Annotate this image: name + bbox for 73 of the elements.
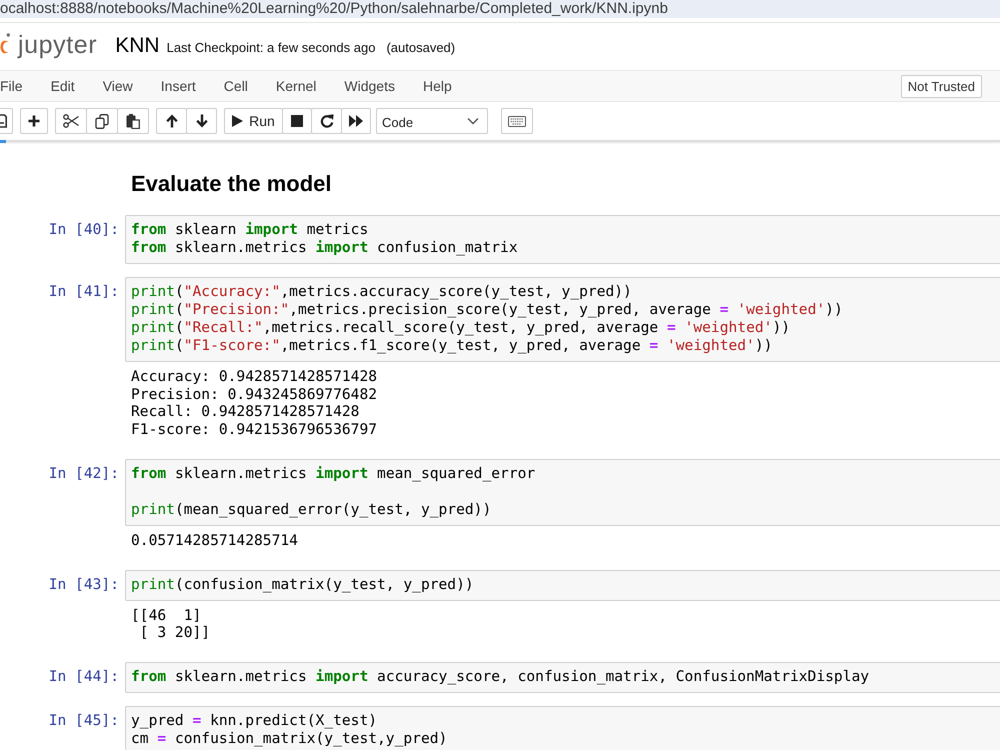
output-line: Recall: 0.9428571428571428: [131, 403, 360, 422]
code-line: print(confusion_matrix(y_test, y_pred)): [131, 576, 474, 594]
checkpoint-status: Last Checkpoint: a few seconds ago: [166, 40, 376, 55]
output-line: F1-score: 0.9421536796536797: [131, 421, 378, 439]
code-line: y_pred = knn.predict(X_test): [131, 712, 378, 730]
code-line: print("Recall:",metrics.recall_score(y_test, y_pred, average = 'weighted')): [131, 319, 790, 337]
output-line: [[46 1]: [131, 606, 202, 624]
autosave-status: (autosaved): [386, 40, 456, 55]
run-all-button[interactable]: [341, 108, 371, 134]
logo-wordmark[interactable]: jupyter: [18, 30, 98, 58]
code-line: print("F1-score:",metrics.f1_score(y_test, y_pred, average = 'weighted')): [131, 337, 772, 355]
add-cell-button[interactable]: [20, 108, 48, 134]
code-input[interactable]: from sklearn.metrics import accuracy_score, confusion_matrix, ConfusionMatrixDisplay: [125, 662, 1000, 693]
code-line: print("Accuracy:",metrics.accuracy_score(y_test, y_pred)): [131, 283, 632, 301]
code-line: cm = confusion_matrix(y_test,y_pred): [131, 730, 448, 748]
cut-button[interactable]: [55, 108, 87, 134]
notebook-title[interactable]: KNN: [115, 32, 160, 58]
loading-indicator: [0, 140, 6, 143]
copy-button[interactable]: [86, 108, 118, 134]
scissors-icon: [63, 114, 79, 128]
input-prompt: In [40]:: [48, 221, 119, 239]
code-line: from sklearn import metrics: [131, 221, 368, 239]
code-line: from sklearn.metrics import confusion_matrix: [131, 239, 518, 257]
code-line: from sklearn.metrics import mean_squared_error: [131, 464, 536, 483]
code-input[interactable]: from sklearn import metrics from sklearn.metrics import confusion_matrix: [125, 215, 1000, 264]
code-input[interactable]: print(confusion_matrix(y_test, y_pred)): [125, 570, 1000, 601]
code-input[interactable]: from sklearn.metrics import mean_squared_error print(mean_squared_error(y_test, y_pred)): [125, 458, 1000, 526]
save-button[interactable]: [0, 108, 13, 134]
input-prompt: In [45]:: [48, 712, 119, 730]
restart-button[interactable]: [311, 108, 342, 134]
code-line: from sklearn.metrics import accuracy_score, confusion_matrix, ConfusionMatrixDisplay: [131, 668, 870, 686]
trust-indicator[interactable]: Not Trusted: [900, 74, 982, 98]
arrow-down-icon: [196, 114, 208, 128]
output-line: Precision: 0.943245869776482: [131, 386, 378, 404]
square-icon: [291, 115, 303, 127]
chevron-down-icon: [467, 117, 479, 125]
cell-type-select[interactable]: Code: [376, 108, 488, 134]
run-button[interactable]: Run: [224, 108, 283, 134]
address-bar[interactable]: ocalhost:8888/notebooks/Machine%20Learning%20/Python/salehnarbe/Completed_work/KNN.ipynb: [0, 0, 1000, 18]
output-line: 0.05714285714285714: [131, 532, 298, 550]
play-icon: [232, 115, 244, 127]
refresh-icon: [320, 114, 334, 128]
menu-item[interactable]: View: [102, 74, 133, 98]
code-line: print("Precision:",metrics.precision_score(y_test, y_pred, average = 'weighted')): [131, 301, 843, 319]
plus-icon: [28, 115, 40, 127]
arrow-up-icon: [166, 114, 178, 128]
menu-item[interactable]: Kernel: [276, 74, 316, 98]
input-prompt: In [42]:: [48, 464, 119, 483]
copy-icon: [95, 114, 109, 128]
menu-item[interactable]: File: [0, 74, 23, 98]
menu-item[interactable]: Edit: [50, 74, 75, 98]
move-up-button[interactable]: [156, 108, 187, 134]
section-heading: Evaluate the model: [131, 170, 332, 198]
fast-forward-icon: [349, 115, 363, 127]
paste-button[interactable]: [117, 108, 149, 134]
menu-item[interactable]: Insert: [160, 74, 196, 98]
move-down-button[interactable]: [186, 108, 217, 134]
code-line: print(mean_squared_error(y_test, y_pred)): [131, 500, 492, 519]
output-line: [ 3 20]]: [138, 624, 210, 642]
code-input[interactable]: [125, 277, 1000, 362]
menu-item[interactable]: Cell: [224, 74, 248, 98]
menu-item[interactable]: Widgets: [344, 74, 395, 98]
stop-button[interactable]: [282, 108, 312, 134]
keyboard-icon: [508, 116, 526, 126]
clipboard-icon: [126, 114, 140, 128]
code-input[interactable]: y_pred = knn.predict(X_test) cm = confusion_matrix(y_test,y_pred): [125, 706, 1000, 750]
input-prompt: In [44]:: [48, 668, 119, 686]
input-prompt: In [43]:: [48, 576, 119, 594]
input-prompt: In [41]:: [48, 283, 119, 301]
output-line: Accuracy: 0.9428571428571428: [131, 368, 378, 386]
menu-item[interactable]: Help: [422, 74, 452, 98]
save-icon: [0, 114, 7, 128]
keyboard-button[interactable]: [501, 108, 533, 134]
